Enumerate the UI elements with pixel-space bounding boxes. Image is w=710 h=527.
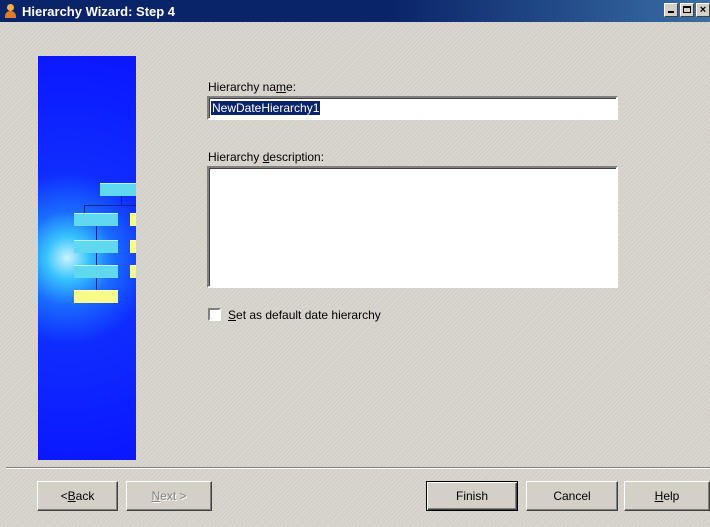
finish-button[interactable]: Finish: [426, 481, 518, 511]
window-controls: ×: [662, 3, 710, 17]
hierarchy-wizard-window: Hierarchy Wizard: Step 4 × Hierarchy nam…: [0, 0, 710, 527]
back-button[interactable]: < Back: [37, 481, 118, 511]
next-button[interactable]: Next >: [126, 481, 212, 511]
close-icon: ×: [699, 4, 707, 16]
minimize-icon: [668, 11, 674, 13]
maximize-icon: [683, 6, 691, 13]
hierarchy-name-value: NewDateHierarchy1: [211, 101, 321, 115]
window-title: Hierarchy Wizard: Step 4: [22, 3, 176, 19]
footer-divider-highlight: [6, 468, 710, 469]
hierarchy-name-input[interactable]: NewDateHierarchy1: [207, 96, 618, 120]
close-button[interactable]: ×: [696, 3, 710, 17]
wizard-side-image: [38, 56, 136, 460]
hierarchy-description-label: Hierarchy description:: [208, 150, 325, 164]
hierarchy-description-textarea[interactable]: [207, 166, 618, 288]
cancel-button[interactable]: Cancel: [526, 481, 618, 511]
title-bar[interactable]: Hierarchy Wizard: Step 4 ×: [0, 0, 710, 22]
app-icon: [3, 3, 19, 19]
help-button[interactable]: Help: [624, 481, 710, 511]
default-date-hierarchy-label[interactable]: Set as default date hierarchy: [228, 308, 381, 322]
default-date-hierarchy-checkbox[interactable]: [208, 308, 221, 321]
minimize-button[interactable]: [664, 3, 678, 17]
hierarchy-name-label: Hierarchy name:: [208, 80, 297, 94]
maximize-button[interactable]: [680, 3, 694, 17]
